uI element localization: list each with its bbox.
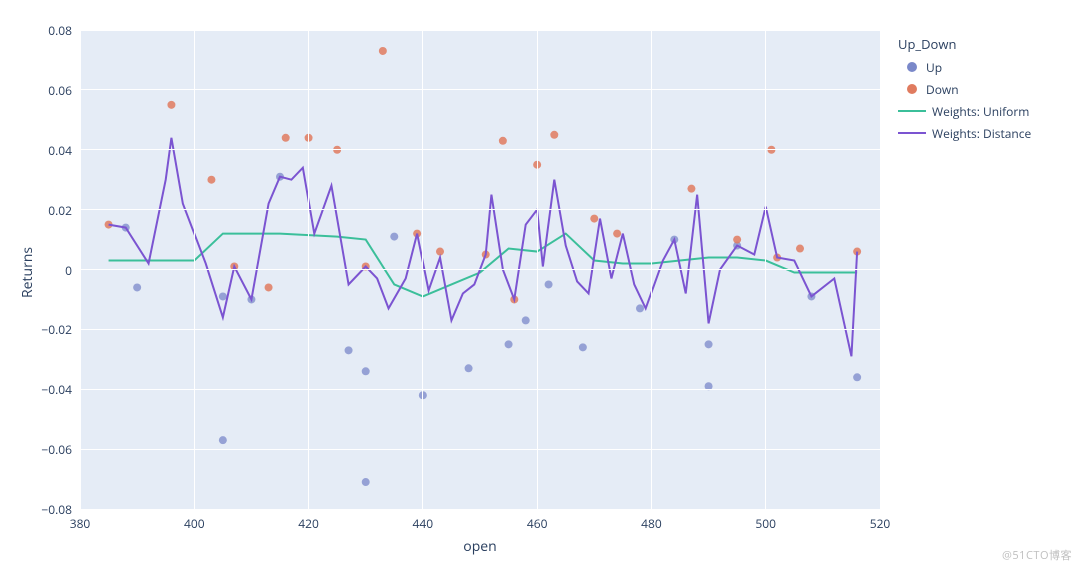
point-up[interactable]: [636, 304, 644, 312]
watermark: @51CTO博客: [1002, 547, 1072, 563]
x-tick-label: 500: [751, 515, 781, 532]
point-down[interactable]: [590, 215, 598, 223]
line-distance[interactable]: [109, 138, 858, 357]
point-up[interactable]: [362, 367, 370, 375]
y-tick-label: 0: [0, 262, 72, 279]
line-icon: [898, 132, 926, 134]
y-tick-label: 0.02: [0, 202, 72, 219]
point-down[interactable]: [499, 137, 507, 145]
y-tick-label: 0.06: [0, 82, 72, 99]
y-tick-label: 0.04: [0, 142, 72, 159]
y-gridline: [80, 389, 880, 390]
legend-label: Up: [926, 59, 942, 76]
point-down[interactable]: [687, 185, 695, 193]
legend-item-up[interactable]: Up: [898, 57, 1031, 77]
x-tick-label: 460: [522, 515, 552, 532]
y-tick-label: −0.04: [0, 381, 72, 398]
x-tick-label: 400: [179, 515, 209, 532]
y-tick-label: −0.02: [0, 321, 72, 338]
x-tick-label: 520: [865, 515, 895, 532]
y-tick-label: −0.08: [0, 501, 72, 518]
chart-container: Returns open Up_Down Up Down Weights: Un…: [0, 0, 1080, 569]
point-up[interactable]: [545, 280, 553, 288]
y-gridline: [80, 509, 880, 510]
y-gridline: [80, 449, 880, 450]
y-tick-label: 0.08: [0, 22, 72, 39]
point-up[interactable]: [133, 283, 141, 291]
x-axis-label: open: [450, 537, 510, 556]
point-down[interactable]: [733, 236, 741, 244]
point-down[interactable]: [265, 283, 273, 291]
legend-item-distance[interactable]: Weights: Distance: [898, 123, 1031, 143]
y-gridline: [80, 89, 880, 90]
point-up[interactable]: [853, 373, 861, 381]
legend[interactable]: Up_Down Up Down Weights: Uniform Weights…: [898, 35, 1031, 143]
point-up[interactable]: [505, 340, 513, 348]
dot-icon: [907, 62, 917, 72]
point-down[interactable]: [167, 101, 175, 109]
point-up[interactable]: [522, 316, 530, 324]
y-gridline: [80, 269, 880, 270]
x-tick-label: 420: [294, 515, 324, 532]
point-up[interactable]: [579, 343, 587, 351]
point-up[interactable]: [362, 478, 370, 486]
legend-label: Weights: Distance: [932, 125, 1031, 142]
point-down[interactable]: [436, 248, 444, 256]
legend-item-uniform[interactable]: Weights: Uniform: [898, 101, 1031, 121]
y-tick-label: −0.06: [0, 441, 72, 458]
point-down[interactable]: [207, 176, 215, 184]
point-down[interactable]: [550, 131, 558, 139]
y-gridline: [80, 209, 880, 210]
point-up[interactable]: [219, 292, 227, 300]
point-up[interactable]: [390, 233, 398, 241]
point-down[interactable]: [613, 230, 621, 238]
y-gridline: [80, 329, 880, 330]
legend-label: Weights: Uniform: [932, 103, 1029, 120]
point-down[interactable]: [796, 245, 804, 253]
point-up[interactable]: [465, 364, 473, 372]
point-down[interactable]: [282, 134, 290, 142]
y-gridline: [80, 30, 880, 31]
legend-label: Down: [926, 81, 959, 98]
point-down[interactable]: [379, 47, 387, 55]
legend-item-down[interactable]: Down: [898, 79, 1031, 99]
x-tick-label: 480: [636, 515, 666, 532]
point-up[interactable]: [219, 436, 227, 444]
x-tick-label: 440: [408, 515, 438, 532]
legend-title: Up_Down: [898, 35, 1031, 53]
point-up[interactable]: [345, 346, 353, 354]
line-uniform[interactable]: [109, 234, 858, 297]
y-gridline: [80, 149, 880, 150]
point-up[interactable]: [705, 340, 713, 348]
dot-icon: [907, 84, 917, 94]
line-icon: [898, 110, 926, 112]
